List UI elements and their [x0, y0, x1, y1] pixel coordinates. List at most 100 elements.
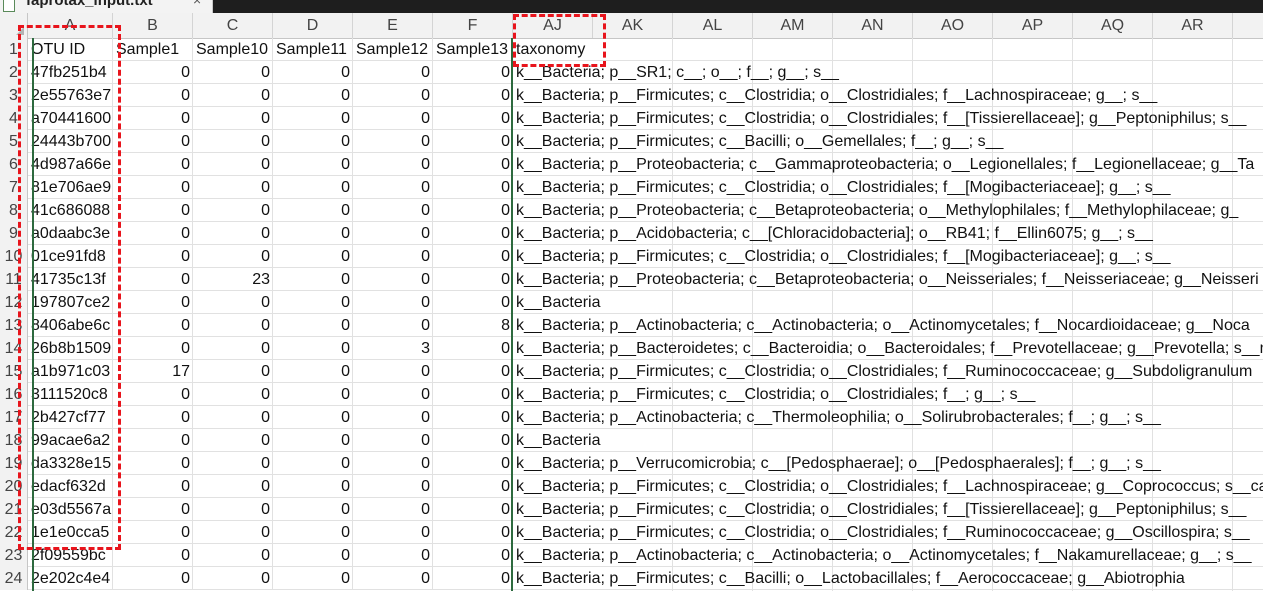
sample13-cell[interactable]: 0 — [433, 291, 513, 314]
sample11-cell[interactable]: 0 — [273, 130, 353, 153]
sample1-cell[interactable]: 0 — [113, 222, 193, 245]
sample11-cell[interactable]: 0 — [273, 406, 353, 429]
taxonomy-cell[interactable]: k__Bacteria; p__Firmicutes; c__Clostridi… — [513, 107, 1263, 130]
sample12-cell[interactable]: 0 — [353, 544, 433, 567]
taxonomy-cell[interactable]: k__Bacteria; p__Proteobacteria; c__Betap… — [513, 268, 1263, 291]
sample13-cell[interactable]: 0 — [433, 383, 513, 406]
column-header-ar[interactable]: AR — [1153, 13, 1233, 38]
sample1-cell[interactable]: 0 — [113, 498, 193, 521]
sample13-cell[interactable]: 0 — [433, 222, 513, 245]
sample10-cell[interactable]: 0 — [193, 475, 273, 498]
taxonomy-cell[interactable]: k__Bacteria; p__Firmicutes; c__Clostridi… — [513, 521, 1263, 544]
taxonomy-cell[interactable]: k__Bacteria; p__Firmicutes; c__Clostridi… — [513, 84, 1263, 107]
sample13-cell[interactable]: 0 — [433, 360, 513, 383]
taxonomy-cell[interactable]: k__Bacteria; p__Firmicutes; c__Clostridi… — [513, 475, 1263, 498]
sample10-cell[interactable]: 0 — [193, 383, 273, 406]
taxonomy-cell[interactable]: k__Bacteria; p__Firmicutes; c__Clostridi… — [513, 245, 1263, 268]
column-header-an[interactable]: AN — [833, 13, 913, 38]
sample10-cell[interactable]: 0 — [193, 84, 273, 107]
sample12-cell[interactable]: 0 — [353, 452, 433, 475]
sample1-cell[interactable]: 0 — [113, 176, 193, 199]
close-tab-icon[interactable]: × — [193, 0, 201, 8]
sample11-cell[interactable]: 0 — [273, 61, 353, 84]
taxonomy-cell[interactable]: k__Bacteria; p__Actinobacteria; c__Actin… — [513, 314, 1263, 337]
sample13-cell[interactable]: 0 — [433, 176, 513, 199]
sample11-cell[interactable]: 0 — [273, 383, 353, 406]
sample1-cell[interactable]: 0 — [113, 84, 193, 107]
taxonomy-cell[interactable]: k__Bacteria; p__Firmicutes; c__Bacilli; … — [513, 567, 1263, 590]
sample1-cell[interactable]: 0 — [113, 314, 193, 337]
sample10-cell[interactable]: 0 — [193, 360, 273, 383]
sample10-header-cell[interactable]: Sample10 — [193, 38, 273, 61]
sample11-cell[interactable]: 0 — [273, 291, 353, 314]
sample10-cell[interactable]: 0 — [193, 245, 273, 268]
otu-id-cell[interactable]: 2e202c4e4 — [28, 567, 113, 590]
sample12-cell[interactable]: 0 — [353, 475, 433, 498]
sample12-cell[interactable]: 0 — [353, 107, 433, 130]
taxonomy-header-cell[interactable]: taxonomy — [513, 38, 1263, 61]
sample13-cell[interactable]: 0 — [433, 84, 513, 107]
taxonomy-cell[interactable]: k__Bacteria; p__SR1; c__; o__; f__; g__;… — [513, 61, 1263, 84]
sample1-cell[interactable]: 0 — [113, 291, 193, 314]
sample10-cell[interactable]: 0 — [193, 337, 273, 360]
taxonomy-cell[interactable]: k__Bacteria; p__Firmicutes; c__Clostridi… — [513, 360, 1263, 383]
sample11-cell[interactable]: 0 — [273, 176, 353, 199]
column-header-am[interactable]: AM — [753, 13, 833, 38]
sample11-header-cell[interactable]: Sample11 — [273, 38, 353, 61]
sample11-cell[interactable]: 0 — [273, 222, 353, 245]
sample10-cell[interactable]: 0 — [193, 107, 273, 130]
taxonomy-cell[interactable]: k__Bacteria; p__Actinobacteria; c__Therm… — [513, 406, 1263, 429]
sample11-cell[interactable]: 0 — [273, 567, 353, 590]
sample10-cell[interactable]: 0 — [193, 222, 273, 245]
sample12-cell[interactable]: 0 — [353, 314, 433, 337]
sample12-cell[interactable]: 0 — [353, 245, 433, 268]
sample11-cell[interactable]: 0 — [273, 268, 353, 291]
column-header-ao[interactable]: AO — [913, 13, 993, 38]
taxonomy-cell[interactable]: k__Bacteria; p__Verrucomicrobia; c__[Ped… — [513, 452, 1263, 475]
column-header-ap[interactable]: AP — [993, 13, 1073, 38]
sample13-cell[interactable]: 8 — [433, 314, 513, 337]
sample11-cell[interactable]: 0 — [273, 337, 353, 360]
sample1-cell[interactable]: 0 — [113, 130, 193, 153]
sample1-cell[interactable]: 0 — [113, 567, 193, 590]
taxonomy-cell[interactable]: k__Bacteria; p__Firmicutes; c__Clostridi… — [513, 176, 1263, 199]
sample11-cell[interactable]: 0 — [273, 498, 353, 521]
sample10-cell[interactable]: 0 — [193, 199, 273, 222]
column-header-b[interactable]: B — [113, 13, 193, 38]
sample12-cell[interactable]: 3 — [353, 337, 433, 360]
taxonomy-cell[interactable]: k__Bacteria; p__Acidobacteria; c__[Chlor… — [513, 222, 1263, 245]
sample1-cell[interactable]: 0 — [113, 107, 193, 130]
sample10-cell[interactable]: 0 — [193, 452, 273, 475]
sample1-cell[interactable]: 0 — [113, 429, 193, 452]
sample10-cell[interactable]: 0 — [193, 130, 273, 153]
taxonomy-cell[interactable]: k__Bacteria; p__Firmicutes; c__Bacilli; … — [513, 130, 1263, 153]
sample11-cell[interactable]: 0 — [273, 153, 353, 176]
sample10-cell[interactable]: 23 — [193, 268, 273, 291]
column-header-e[interactable]: E — [353, 13, 433, 38]
taxonomy-cell[interactable]: k__Bacteria — [513, 291, 1263, 314]
sample12-cell[interactable]: 0 — [353, 176, 433, 199]
sample10-cell[interactable]: 0 — [193, 61, 273, 84]
sample11-cell[interactable]: 0 — [273, 360, 353, 383]
sample11-cell[interactable]: 0 — [273, 521, 353, 544]
sample10-cell[interactable]: 0 — [193, 567, 273, 590]
sample11-cell[interactable]: 0 — [273, 544, 353, 567]
sample11-cell[interactable]: 0 — [273, 475, 353, 498]
sample10-cell[interactable]: 0 — [193, 153, 273, 176]
sample12-header-cell[interactable]: Sample12 — [353, 38, 433, 61]
sample13-cell[interactable]: 0 — [433, 153, 513, 176]
sample13-cell[interactable]: 0 — [433, 544, 513, 567]
taxonomy-cell[interactable]: k__Bacteria — [513, 429, 1263, 452]
sample12-cell[interactable]: 0 — [353, 521, 433, 544]
taxonomy-cell[interactable]: k__Bacteria; p__Bacteroidetes; c__Bacter… — [513, 337, 1263, 360]
sample10-cell[interactable]: 0 — [193, 291, 273, 314]
taxonomy-cell[interactable]: k__Bacteria; p__Proteobacteria; c__Betap… — [513, 199, 1263, 222]
sample12-cell[interactable]: 0 — [353, 130, 433, 153]
sample13-cell[interactable]: 0 — [433, 498, 513, 521]
sample10-cell[interactable]: 0 — [193, 314, 273, 337]
sample13-cell[interactable]: 0 — [433, 107, 513, 130]
taxonomy-cell[interactable]: k__Bacteria; p__Proteobacteria; c__Gamma… — [513, 153, 1263, 176]
sample1-cell[interactable]: 0 — [113, 199, 193, 222]
sample12-cell[interactable]: 0 — [353, 383, 433, 406]
column-header-f[interactable]: F — [433, 13, 513, 38]
